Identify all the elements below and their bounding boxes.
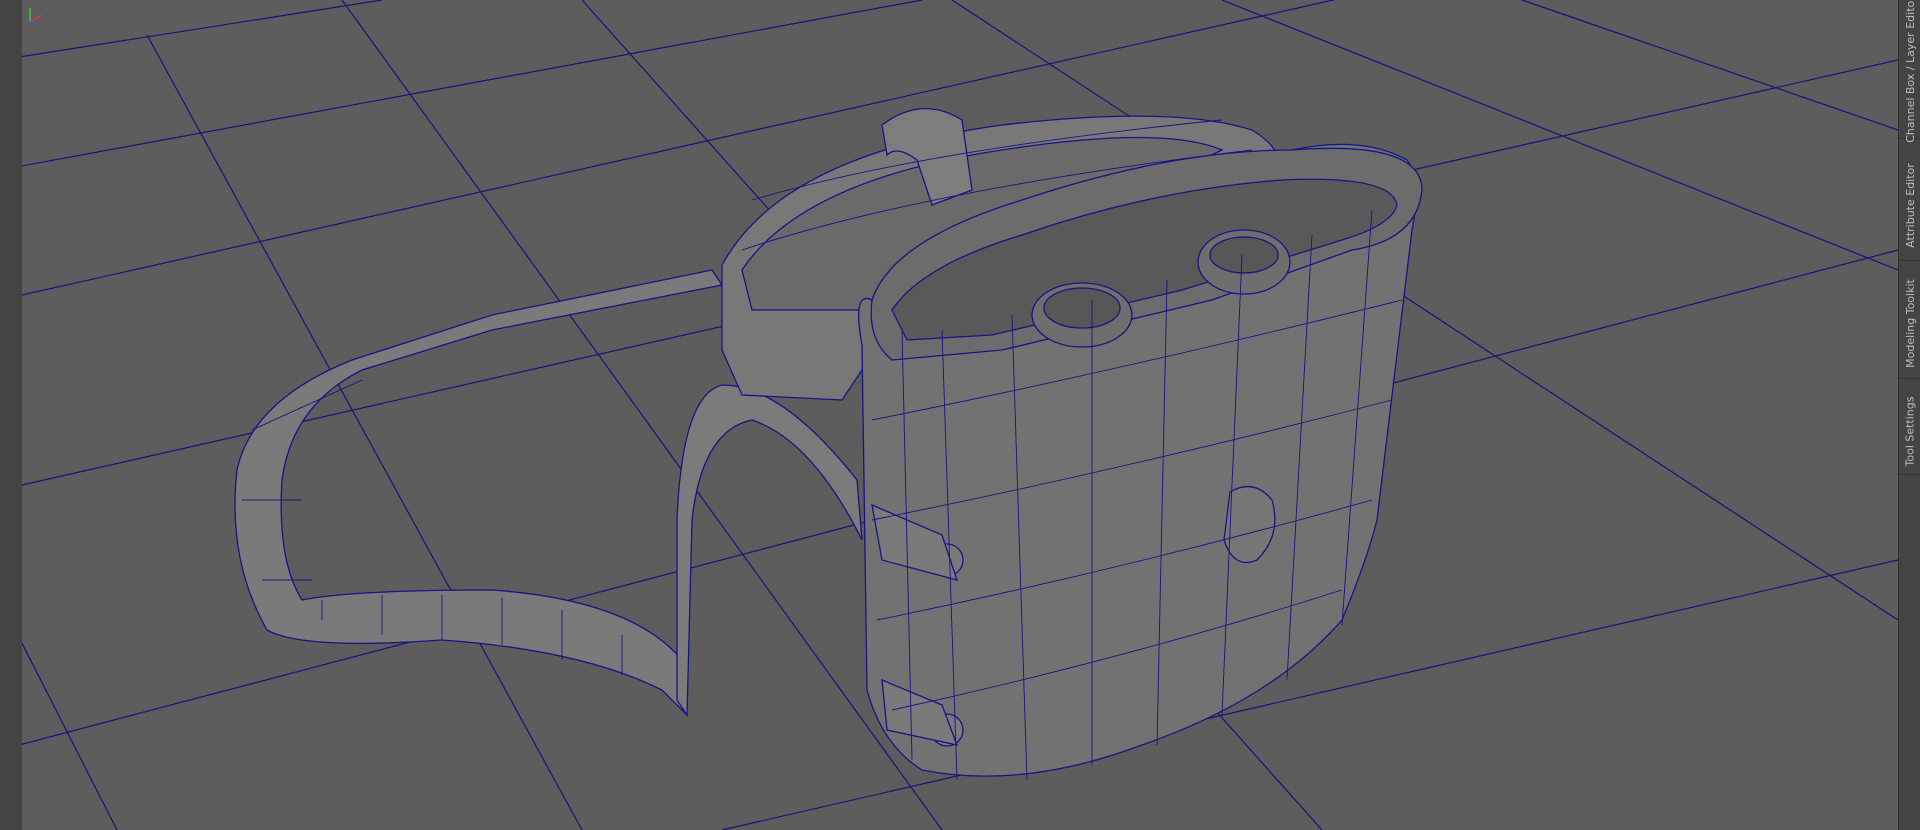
tab-label: Channel Box / Layer Editor: [1903, 0, 1917, 143]
strap-back-left: [234, 269, 724, 717]
eyepiece-left-inner: [1043, 287, 1121, 329]
3d-viewport[interactable]: [22, 0, 1898, 830]
tab-attribute-editor[interactable]: Attribute Editor: [1899, 150, 1920, 261]
tab-channel-box-layer-editor[interactable]: Channel Box / Layer Editor: [1899, 0, 1920, 143]
tab-modeling-toolkit[interactable]: Modeling Toolkit: [1899, 268, 1920, 379]
left-toolbar-strip: [0, 0, 23, 830]
eyepiece-right-inner: [1209, 236, 1279, 274]
strap-back-right-loop: [676, 384, 863, 718]
viewport-scene[interactable]: [22, 0, 1898, 830]
binocular-case-mesh[interactable]: [234, 108, 1423, 777]
tab-label: Attribute Editor: [1903, 162, 1917, 248]
tab-label: Modeling Toolkit: [1903, 278, 1917, 368]
axis-gizmo: [29, 8, 43, 25]
tab-tool-settings[interactable]: Tool Settings: [1899, 388, 1920, 475]
tab-label: Tool Settings: [1903, 396, 1917, 466]
right-side-tab-bar: Channel Box / Layer Editor Attribute Edi…: [1898, 0, 1920, 830]
